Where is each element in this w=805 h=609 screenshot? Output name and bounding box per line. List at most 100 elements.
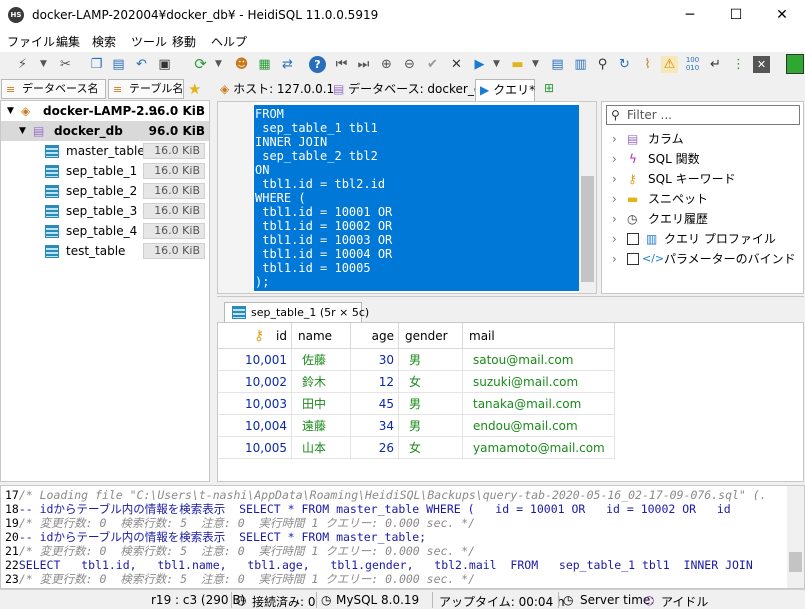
chevron-right-icon[interactable]: › (612, 209, 617, 229)
add-icon[interactable]: ⊕ (378, 56, 395, 73)
tab-host[interactable]: ◈ ホスト: 127.0.0.1 (220, 79, 334, 100)
cell-id[interactable]: 10,005 (218, 437, 292, 459)
cell-gender[interactable]: 男 (399, 393, 463, 415)
expand-icon[interactable]: ▼ (19, 121, 26, 141)
tree-db-node[interactable]: ▼ ▤ docker_db 96.0 KiB (1, 121, 209, 141)
scroll-thumb[interactable] (789, 552, 802, 572)
menu-tools[interactable]: ツール (131, 33, 167, 50)
cell-mail[interactable]: suzuki@mail.com (463, 371, 615, 393)
dropdown-icon[interactable]: ▼ (210, 56, 227, 73)
first-icon[interactable]: ⏮ (333, 56, 350, 73)
export-icon[interactable]: ▦ (256, 56, 273, 73)
cell-name[interactable]: 山本 (292, 437, 351, 459)
chevron-right-icon[interactable]: › (612, 169, 617, 189)
warning-icon[interactable]: ⚠ (661, 56, 678, 73)
splitter[interactable] (217, 296, 804, 300)
menu-help[interactable]: ヘルプ (211, 33, 247, 50)
cell-name[interactable]: 田中 (292, 393, 351, 415)
cell-mail[interactable]: yamamoto@mail.com (463, 437, 615, 459)
table-filter-tab[interactable]: ≡ テーブル名検索 (108, 79, 184, 99)
cell-id[interactable]: 10,004 (218, 415, 292, 437)
column-header-age[interactable]: age (351, 323, 399, 349)
wrap-icon[interactable]: ↵ (707, 56, 724, 73)
cell-age[interactable]: 30 (351, 349, 399, 371)
run-icon[interactable]: ▶ (471, 56, 488, 73)
dropdown-icon[interactable]: ▼ (35, 56, 52, 73)
cell-gender[interactable]: 男 (399, 349, 463, 371)
copy-icon[interactable]: ❐ (88, 56, 105, 73)
help-icon[interactable]: ? (309, 56, 326, 73)
refresh-icon[interactable]: ⟳ (192, 56, 209, 73)
broom-icon[interactable]: ⌇ (639, 56, 656, 73)
editor-scrollbar[interactable] (579, 102, 596, 293)
chevron-right-icon[interactable]: › (612, 249, 617, 269)
users-icon[interactable]: ☻ (233, 56, 250, 73)
tree-table-item[interactable]: sep_table_3 16.0 KiB (1, 201, 209, 221)
cell-name[interactable]: 佐藤 (292, 349, 351, 371)
minimize-button[interactable]: ─ (667, 0, 713, 30)
binary-icon[interactable]: 100 010 (684, 56, 701, 73)
plug-icon[interactable]: ⚡ (14, 56, 31, 73)
cell-mail[interactable]: satou@mail.com (463, 349, 615, 371)
paste-icon[interactable]: ▤ (110, 56, 127, 73)
column-header-gender[interactable]: gender (399, 323, 463, 349)
menu-file[interactable]: ファイル (7, 33, 55, 50)
chevron-right-icon[interactable]: › (612, 229, 617, 249)
cancel-icon[interactable]: ✕ (448, 56, 465, 73)
last-icon[interactable]: ⏭ (355, 56, 372, 73)
delete-icon[interactable]: ⊖ (401, 56, 418, 73)
expand-icon[interactable]: ▼ (7, 101, 14, 121)
dropdown-icon[interactable]: ▼ (527, 56, 544, 73)
print-icon[interactable]: ▣ (156, 56, 173, 73)
tree-table-item[interactable]: sep_table_4 16.0 KiB (1, 221, 209, 241)
undo-icon[interactable]: ↶ (133, 56, 150, 73)
cell-id[interactable]: 10,001 (218, 349, 292, 371)
close-icon[interactable]: ✕ (753, 56, 770, 73)
cell-age[interactable]: 12 (351, 371, 399, 393)
tree-table-item[interactable]: sep_table_2 16.0 KiB (1, 181, 209, 201)
arrows-icon[interactable]: ⇄ (279, 56, 296, 73)
column-header-id[interactable]: ⚷ id (218, 323, 292, 349)
tab-database[interactable]: ▤ データベース: docker_db (333, 79, 489, 100)
sql-editor[interactable]: 7 FROM 8 sep_table_1 tbl1 9 INNER JOIN 1… (217, 101, 597, 294)
cell-mail[interactable]: endou@mail.com (463, 415, 615, 437)
save-icon[interactable]: ▤ (549, 56, 566, 73)
find-icon[interactable]: ⚲ (594, 56, 611, 73)
scroll-thumb[interactable] (581, 176, 594, 282)
save-as-icon[interactable]: ▥ (572, 56, 589, 73)
dropdown-icon[interactable]: ▼ (488, 56, 505, 73)
column-header-mail[interactable]: mail (463, 323, 615, 349)
tree-server-node[interactable]: ▼ ◈ docker-LAMP-2... 96.0 KiB (1, 101, 209, 121)
tree-table-item[interactable]: sep_table_1 16.0 KiB (1, 161, 209, 181)
replace-icon[interactable]: ↻ (616, 56, 633, 73)
close-window-button[interactable]: ✕ (759, 0, 805, 30)
result-tab[interactable]: sep_table_1 (5r × 5c) (224, 302, 369, 324)
maximize-button[interactable]: ☐ (713, 0, 759, 30)
cell-age[interactable]: 45 (351, 393, 399, 415)
tab-query[interactable]: ▶ クエリ* (475, 79, 535, 101)
cell-gender[interactable]: 男 (399, 415, 463, 437)
cell-gender[interactable]: 女 (399, 371, 463, 393)
format-icon[interactable]: ⋮ (730, 56, 747, 73)
stop-icon[interactable] (786, 54, 804, 74)
chevron-right-icon[interactable]: › (612, 149, 617, 169)
result-grid[interactable]: ⚷ id name age gender mail 10,001 佐藤 30 男… (217, 322, 804, 482)
sql-log[interactable]: 17/* Loading file "C:\Users\t-nashi\AppD… (0, 485, 805, 589)
tree-table-item[interactable]: master_table 16.0 KiB (1, 141, 209, 161)
log-scrollbar[interactable] (787, 486, 804, 588)
star-icon[interactable]: ★ (188, 80, 201, 98)
new-tab-icon[interactable]: ⊞ (544, 81, 554, 95)
helper-filter-input[interactable]: ⚲ Filter ... (606, 105, 800, 125)
folder-icon[interactable]: ▬ (509, 56, 526, 73)
profile-checkbox[interactable] (627, 233, 639, 245)
cell-id[interactable]: 10,003 (218, 393, 292, 415)
cell-age[interactable]: 26 (351, 437, 399, 459)
chevron-right-icon[interactable]: › (612, 189, 617, 209)
cell-name[interactable]: 鈴木 (292, 371, 351, 393)
chevron-right-icon[interactable]: › (612, 129, 617, 149)
cell-gender[interactable]: 女 (399, 437, 463, 459)
column-header-name[interactable]: name (292, 323, 351, 349)
check-icon[interactable]: ✔ (424, 56, 441, 73)
bind-checkbox[interactable] (627, 253, 639, 265)
menu-edit[interactable]: 編集 (56, 33, 80, 50)
